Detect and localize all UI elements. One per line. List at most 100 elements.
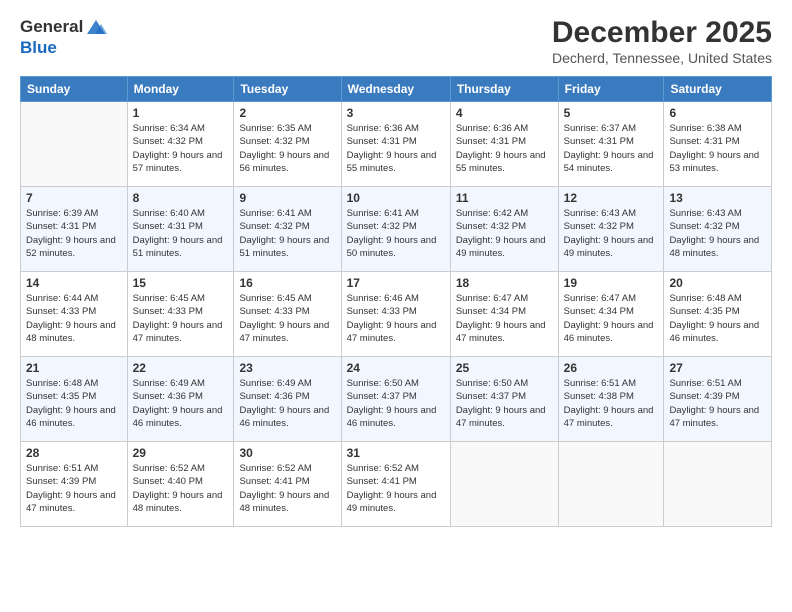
day-info: Sunrise: 6:46 AMSunset: 4:33 PMDaylight:… [347,292,445,345]
table-row: 26 Sunrise: 6:51 AMSunset: 4:38 PMDayligh… [558,357,664,442]
day-number: 18 [456,276,553,290]
day-info: Sunrise: 6:41 AMSunset: 4:32 PMDaylight:… [239,207,335,260]
calendar-table: Sunday Monday Tuesday Wednesday Thursday… [20,76,772,527]
day-number: 27 [669,361,766,375]
day-number: 31 [347,446,445,460]
day-info: Sunrise: 6:36 AMSunset: 4:31 PMDaylight:… [347,122,445,175]
day-number: 11 [456,191,553,205]
day-number: 9 [239,191,335,205]
day-number: 20 [669,276,766,290]
day-number: 16 [239,276,335,290]
day-info: Sunrise: 6:37 AMSunset: 4:31 PMDaylight:… [564,122,659,175]
col-thursday: Thursday [450,77,558,102]
title-block: December 2025 Decherd, Tennessee, United… [552,16,772,66]
day-info: Sunrise: 6:47 AMSunset: 4:34 PMDaylight:… [456,292,553,345]
day-number: 6 [669,106,766,120]
col-friday: Friday [558,77,664,102]
table-row: 14Sunrise: 6:44 AMSunset: 4:33 PMDayligh… [21,272,128,357]
day-info: Sunrise: 6:51 AMSunset: 4:39 PMDaylight:… [669,377,766,430]
day-info: Sunrise: 6:39 AMSunset: 4:31 PMDaylight:… [26,207,122,260]
table-row [664,442,772,527]
day-number: 5 [564,106,659,120]
day-number: 23 [239,361,335,375]
day-info: Sunrise: 6:40 AMSunset: 4:31 PMDaylight:… [133,207,229,260]
day-info: Sunrise: 6:44 AMSunset: 4:33 PMDaylight:… [26,292,122,345]
col-tuesday: Tuesday [234,77,341,102]
logo-blue: Blue [20,38,57,57]
table-row: 1 Sunrise: 6:34 AMSunset: 4:32 PMDaylight… [127,102,234,187]
day-number: 30 [239,446,335,460]
day-info: Sunrise: 6:34 AMSunset: 4:32 PMDaylight:… [133,122,229,175]
table-row: 23 Sunrise: 6:49 AMSunset: 4:36 PMDayligh… [234,357,341,442]
table-row: 21 Sunrise: 6:48 AMSunset: 4:35 PMDayligh… [21,357,128,442]
table-row: 16 Sunrise: 6:45 AMSunset: 4:33 PMDayligh… [234,272,341,357]
day-number: 28 [26,446,122,460]
calendar-week-row: 7Sunrise: 6:39 AMSunset: 4:31 PMDaylight… [21,187,772,272]
table-row: 27 Sunrise: 6:51 AMSunset: 4:39 PMDayligh… [664,357,772,442]
header: General Blue December 2025 Decherd, Tenn… [20,16,772,66]
table-row: 9 Sunrise: 6:41 AMSunset: 4:32 PMDaylight… [234,187,341,272]
col-saturday: Saturday [664,77,772,102]
table-row: 19Sunrise: 6:47 AMSunset: 4:34 PMDayligh… [558,272,664,357]
table-row [21,102,128,187]
col-monday: Monday [127,77,234,102]
day-number: 4 [456,106,553,120]
day-number: 10 [347,191,445,205]
table-row: 11 Sunrise: 6:42 AMSunset: 4:32 PMDayligh… [450,187,558,272]
table-row: 22Sunrise: 6:49 AMSunset: 4:36 PMDayligh… [127,357,234,442]
day-info: Sunrise: 6:45 AMSunset: 4:33 PMDaylight:… [239,292,335,345]
day-number: 24 [347,361,445,375]
calendar-header-row: Sunday Monday Tuesday Wednesday Thursday… [21,77,772,102]
calendar-week-row: 21 Sunrise: 6:48 AMSunset: 4:35 PMDayligh… [21,357,772,442]
day-info: Sunrise: 6:48 AMSunset: 4:35 PMDaylight:… [26,377,122,430]
day-number: 25 [456,361,553,375]
day-info: Sunrise: 6:51 AMSunset: 4:39 PMDaylight:… [26,462,122,515]
table-row: 31Sunrise: 6:52 AMSunset: 4:41 PMDayligh… [341,442,450,527]
calendar-week-row: 28 Sunrise: 6:51 AMSunset: 4:39 PMDayligh… [21,442,772,527]
day-info: Sunrise: 6:45 AMSunset: 4:33 PMDaylight:… [133,292,229,345]
day-info: Sunrise: 6:49 AMSunset: 4:36 PMDaylight:… [133,377,229,430]
table-row [450,442,558,527]
page-subtitle: Decherd, Tennessee, United States [552,50,772,66]
day-info: Sunrise: 6:36 AMSunset: 4:31 PMDaylight:… [456,122,553,175]
table-row: 25 Sunrise: 6:50 AMSunset: 4:37 PMDayligh… [450,357,558,442]
day-info: Sunrise: 6:52 AMSunset: 4:40 PMDaylight:… [133,462,229,515]
col-wednesday: Wednesday [341,77,450,102]
day-number: 3 [347,106,445,120]
day-info: Sunrise: 6:50 AMSunset: 4:37 PMDaylight:… [456,377,553,430]
table-row [558,442,664,527]
day-info: Sunrise: 6:48 AMSunset: 4:35 PMDaylight:… [669,292,766,345]
day-info: Sunrise: 6:49 AMSunset: 4:36 PMDaylight:… [239,377,335,430]
day-number: 2 [239,106,335,120]
day-number: 17 [347,276,445,290]
table-row: 7Sunrise: 6:39 AMSunset: 4:31 PMDaylight… [21,187,128,272]
page: General Blue December 2025 Decherd, Tenn… [0,0,792,612]
calendar-week-row: 14Sunrise: 6:44 AMSunset: 4:33 PMDayligh… [21,272,772,357]
day-number: 21 [26,361,122,375]
day-number: 12 [564,191,659,205]
table-row: 8 Sunrise: 6:40 AMSunset: 4:31 PMDaylight… [127,187,234,272]
table-row: 20 Sunrise: 6:48 AMSunset: 4:35 PMDayligh… [664,272,772,357]
day-number: 26 [564,361,659,375]
table-row: 2 Sunrise: 6:35 AMSunset: 4:32 PMDaylight… [234,102,341,187]
day-number: 1 [133,106,229,120]
day-info: Sunrise: 6:51 AMSunset: 4:38 PMDaylight:… [564,377,659,430]
day-info: Sunrise: 6:38 AMSunset: 4:31 PMDaylight:… [669,122,766,175]
day-number: 8 [133,191,229,205]
table-row: 3 Sunrise: 6:36 AMSunset: 4:31 PMDaylight… [341,102,450,187]
day-info: Sunrise: 6:35 AMSunset: 4:32 PMDaylight:… [239,122,335,175]
table-row: 6 Sunrise: 6:38 AMSunset: 4:31 PMDaylight… [664,102,772,187]
table-row: 4 Sunrise: 6:36 AMSunset: 4:31 PMDaylight… [450,102,558,187]
page-title: December 2025 [552,16,772,50]
day-info: Sunrise: 6:43 AMSunset: 4:32 PMDaylight:… [669,207,766,260]
table-row: 10 Sunrise: 6:41 AMSunset: 4:32 PMDayligh… [341,187,450,272]
day-info: Sunrise: 6:41 AMSunset: 4:32 PMDaylight:… [347,207,445,260]
logo: General Blue [20,16,107,58]
day-info: Sunrise: 6:42 AMSunset: 4:32 PMDaylight:… [456,207,553,260]
table-row: 28 Sunrise: 6:51 AMSunset: 4:39 PMDayligh… [21,442,128,527]
calendar-week-row: 1 Sunrise: 6:34 AMSunset: 4:32 PMDaylight… [21,102,772,187]
day-info: Sunrise: 6:47 AMSunset: 4:34 PMDaylight:… [564,292,659,345]
col-sunday: Sunday [21,77,128,102]
table-row: 17 Sunrise: 6:46 AMSunset: 4:33 PMDayligh… [341,272,450,357]
table-row: 13Sunrise: 6:43 AMSunset: 4:32 PMDayligh… [664,187,772,272]
